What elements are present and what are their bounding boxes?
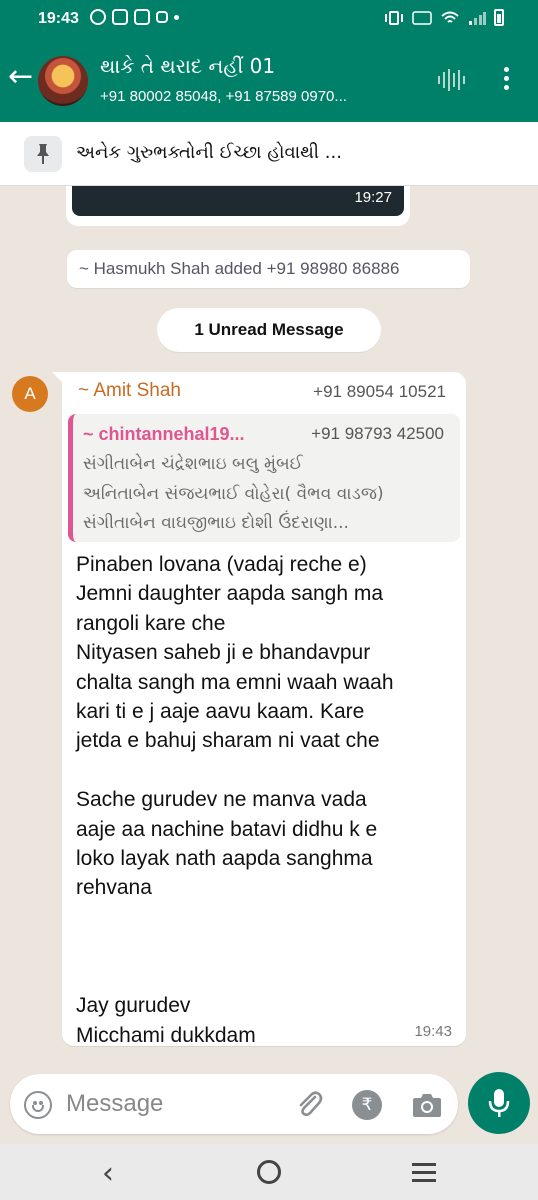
volte-icon	[412, 10, 432, 25]
camera-icon[interactable]	[412, 1092, 442, 1118]
microphone-icon	[488, 1089, 510, 1117]
group-title[interactable]: થાકે તે થરાદ નહીં 01	[100, 54, 275, 78]
chat-notification-icon	[90, 9, 106, 25]
nav-home-icon[interactable]	[257, 1160, 281, 1184]
top-bar: 19:43 ← થાકે તે થરાદ નહીં 01 +91 80002 8…	[0, 0, 538, 122]
arrow-left-icon[interactable]: ←	[8, 62, 33, 92]
media-message[interactable]: 19:27	[66, 186, 410, 226]
message-time: 19:43	[414, 1023, 452, 1040]
message-input[interactable]	[66, 1086, 286, 1122]
chat-area: 19:27 ~ Hasmukh Shah added +91 98980 868…	[0, 186, 538, 1074]
media-message-time: 19:27	[354, 189, 392, 206]
payment-icon[interactable]: ₹	[352, 1090, 382, 1120]
media-thumbnail[interactable]: 19:27	[72, 186, 404, 216]
group-participants[interactable]: +91 80002 85048, +91 87589 0970...	[100, 88, 347, 105]
quoted-sender-name: ~ chintannehal19...	[83, 424, 245, 444]
message-composer: ₹	[10, 1074, 458, 1134]
system-navigation-bar: ‹	[0, 1144, 538, 1200]
vibrate-icon	[385, 10, 403, 25]
nav-back-icon[interactable]: ‹	[102, 1156, 114, 1191]
more-notifications-icon	[174, 14, 179, 20]
emoji-icon[interactable]	[24, 1091, 52, 1119]
app-notification-icon	[156, 11, 168, 23]
more-options-icon[interactable]	[504, 67, 509, 90]
quoted-message[interactable]: ~ chintannehal19... +91 98793 42500 સંગી…	[68, 414, 460, 542]
message-text: Pinaben lovana (vadaj reche e) Jemni dau…	[76, 553, 394, 1047]
unread-divider: 1 Unread Message	[157, 308, 381, 352]
sender-avatar[interactable]: A	[12, 376, 48, 412]
quoted-line: સંગીતાબેન વાઘજીભાઇ દોશી ઉંદરાણા...	[83, 513, 349, 533]
group-avatar[interactable]	[38, 56, 88, 106]
message-bubble[interactable]: ~ Amit Shah +91 89054 10521 ~ chintanneh…	[52, 372, 466, 1047]
voice-message-button[interactable]	[468, 1072, 530, 1134]
instagram-icon	[134, 9, 150, 25]
system-message: ~ Hasmukh Shah added +91 98980 86886	[67, 250, 470, 288]
nav-recents-icon[interactable]	[412, 1163, 436, 1182]
signal-icon	[469, 11, 486, 25]
pinned-message-bar[interactable]: અનેક ગુરુભક્તોની ઈચ્છા હોવાથી ...	[0, 122, 538, 186]
status-time: 19:43	[38, 10, 79, 27]
message-sender-name[interactable]: ~ Amit Shah	[78, 380, 181, 402]
status-bar: 19:43	[0, 0, 538, 40]
status-right-icons	[384, 9, 504, 26]
pinned-message-text: અનેક ગુરુભક્તોની ઈચ્છા હોવાથી ...	[76, 142, 342, 163]
status-left-icons	[90, 9, 179, 25]
voice-chat-icon[interactable]	[438, 69, 465, 91]
quoted-line: અનિતાબેન સંજયભાઈ વોહેરા( વૈભવ વાડજ)	[83, 484, 384, 504]
battery-icon	[494, 9, 504, 26]
pin-icon	[24, 136, 62, 172]
instagram-icon	[112, 9, 128, 25]
message-sender-phone: +91 89054 10521	[313, 382, 446, 401]
chat-header: ← થાકે તે થરાદ નહીં 01 +91 80002 85048, …	[0, 40, 538, 122]
quoted-sender-phone: +91 98793 42500	[311, 424, 444, 443]
attachment-icon[interactable]	[294, 1088, 324, 1120]
quoted-line: સંગીતાબેન ચંદ્રેશભાઇ બલુ મુંબઈ	[83, 454, 303, 474]
wifi-icon	[441, 11, 459, 23]
